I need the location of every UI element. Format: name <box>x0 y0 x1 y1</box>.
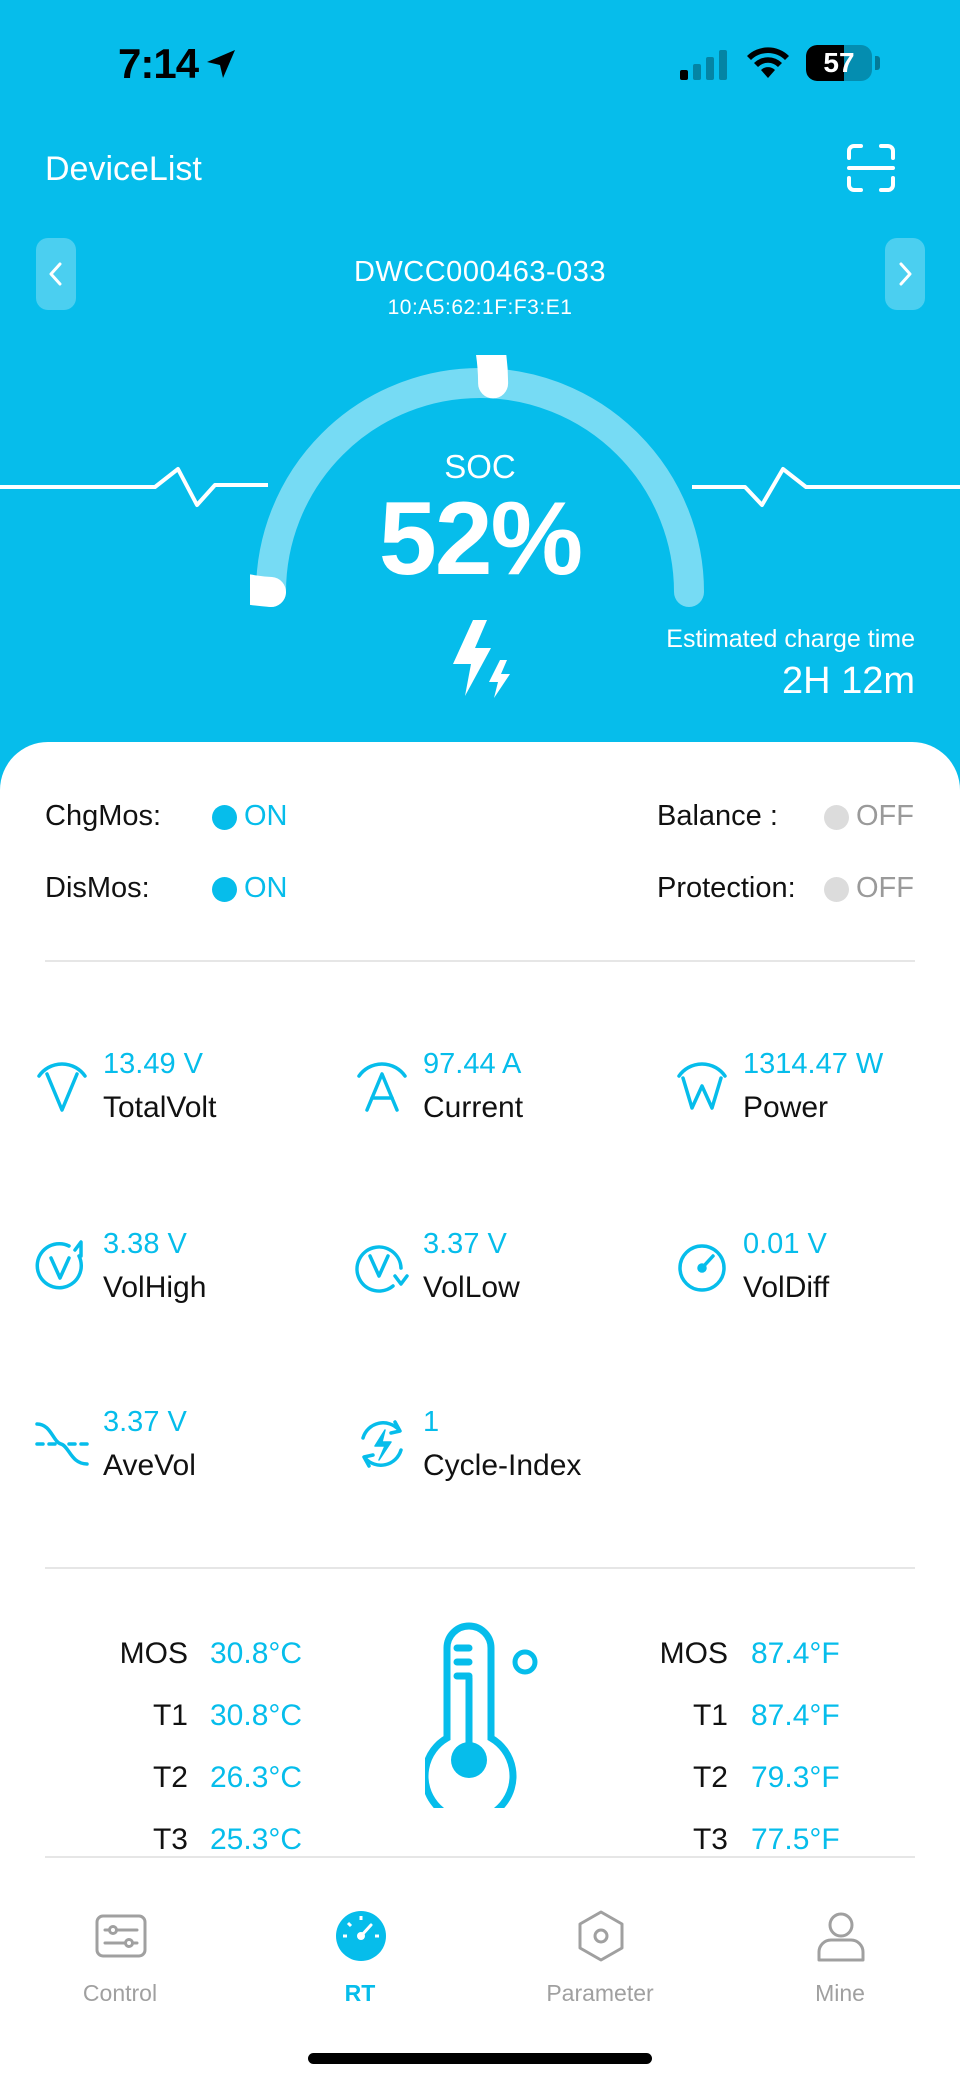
battery-body: 57 <box>806 45 872 81</box>
power-value: 1314.47 W <box>743 1048 884 1080</box>
status-time: 7:14 <box>118 40 199 87</box>
charging-bolt-icon <box>453 620 510 698</box>
vollow-label: VolLow <box>423 1271 520 1304</box>
metric-power: 1314.47 W Power <box>675 1048 960 1148</box>
protection-label: Protection: <box>657 872 796 904</box>
home-indicator <box>308 2053 652 2064</box>
tab-rt[interactable]: RT <box>280 1910 440 2010</box>
current-value: 97.44 A <box>423 1048 522 1080</box>
tab-label: RT <box>344 1980 376 2006</box>
protection-state: OFF <box>856 872 914 904</box>
hexagon-nut-icon <box>578 1910 624 1962</box>
average-wave-icon <box>35 1422 89 1466</box>
battery-cap <box>875 56 880 70</box>
battery-icon: 57 <box>806 45 880 81</box>
hero-panel: 7:14 57 DeviceList DWCC000463-033 10:A5:… <box>0 0 960 790</box>
current-icon <box>357 1062 407 1112</box>
status-bar: 7:14 57 <box>0 0 960 120</box>
temp-f-value: 87.4°F <box>751 1699 840 1732</box>
device-mac: 10:A5:62:1F:F3:E1 <box>387 296 573 319</box>
temp-c-name: T2 <box>152 1761 188 1794</box>
cycle-bolt-icon <box>361 1420 403 1468</box>
temp-f-value: 79.3°F <box>751 1761 840 1794</box>
metric-vollow: 3.37 V VolLow <box>355 1228 655 1328</box>
avevol-label: AveVol <box>103 1449 196 1482</box>
wifi-icon <box>747 47 789 78</box>
gauge-icon <box>336 1911 386 1961</box>
user-icon <box>817 1912 865 1962</box>
tab-control[interactable]: Control <box>40 1910 200 2010</box>
dismos-state[interactable]: ON <box>244 872 288 905</box>
temp-c-value: 26.3°C <box>210 1761 303 1794</box>
avevol-value: 3.37 V <box>103 1406 187 1438</box>
section-divider <box>45 1856 915 1858</box>
battery-percent: 57 <box>823 47 855 78</box>
metric-voldiff: 0.01 V VolDiff <box>675 1228 960 1328</box>
metric-avevol: 3.37 V AveVol <box>35 1406 335 1506</box>
temp-f-name: T2 <box>692 1761 728 1794</box>
temp-f-value: 87.4°F <box>751 1637 840 1670</box>
tab-label: Parameter <box>546 1980 654 2006</box>
location-arrow-icon <box>207 50 235 78</box>
temp-c-name: MOS <box>119 1637 188 1670</box>
balance-label: Balance : <box>657 800 778 832</box>
temp-f-name: T3 <box>692 1823 728 1856</box>
cycle-value: 1 <box>423 1406 440 1438</box>
tab-label: Control <box>82 1980 158 2006</box>
scan-icon[interactable] <box>846 143 896 193</box>
temp-c-value: 25.3°C <box>210 1823 303 1856</box>
balance-state: OFF <box>856 800 914 832</box>
protection-indicator <box>824 877 849 902</box>
temp-c-value: 30.8°C <box>210 1637 303 1670</box>
voltage-low-icon <box>355 1245 409 1293</box>
metric-current: 97.44 A Current <box>355 1048 655 1148</box>
temp-f-name: T1 <box>692 1699 728 1732</box>
chgmos-state[interactable]: ON <box>244 800 288 833</box>
tab-label: Mine <box>815 1980 865 2006</box>
temp-c-name: T1 <box>152 1699 188 1732</box>
tab-mine[interactable]: Mine <box>760 1910 920 2010</box>
dismos-indicator <box>212 877 237 902</box>
volhigh-label: VolHigh <box>103 1271 207 1304</box>
chgmos-indicator <box>212 805 237 830</box>
vollow-value: 3.37 V <box>423 1228 507 1260</box>
metric-cycle: 1 Cycle-Index <box>355 1406 655 1506</box>
dismos-label: DisMos: <box>45 872 150 904</box>
voldiff-label: VolDiff <box>743 1271 830 1304</box>
metric-volhigh: 3.38 V VolHigh <box>35 1228 335 1328</box>
section-divider <box>45 1567 915 1569</box>
voldiff-value: 0.01 V <box>743 1228 827 1260</box>
power-icon <box>677 1062 727 1110</box>
power-label: Power <box>743 1091 829 1124</box>
cellular-signal-icon <box>680 50 727 80</box>
estimated-time-label: Estimated charge time <box>666 625 915 653</box>
current-label: Current <box>423 1091 524 1124</box>
tab-parameter[interactable]: Parameter <box>520 1910 680 2010</box>
temp-f-name: MOS <box>659 1637 728 1670</box>
balance-indicator <box>824 805 849 830</box>
voltage-icon <box>37 1062 87 1112</box>
cycle-label: Cycle-Index <box>423 1449 582 1482</box>
estimated-time-value: 2H 12m <box>781 660 915 702</box>
section-divider <box>45 960 915 962</box>
device-list-link[interactable]: DeviceList <box>45 150 202 189</box>
metric-totalvolt: 13.49 V TotalVolt <box>35 1048 335 1148</box>
thermometer-icon <box>425 1622 538 1808</box>
temp-c-value: 30.8°C <box>210 1699 303 1732</box>
chgmos-label: ChgMos: <box>45 800 162 832</box>
temp-c-name: T3 <box>152 1823 188 1856</box>
totalvolt-label: TotalVolt <box>103 1091 217 1124</box>
soc-value: 52% <box>378 481 583 597</box>
device-name: DWCC000463-033 <box>353 256 606 288</box>
voltage-high-icon <box>35 1240 83 1290</box>
volhigh-value: 3.38 V <box>103 1228 187 1260</box>
totalvolt-value: 13.49 V <box>103 1048 203 1080</box>
sliders-icon <box>95 1914 147 1958</box>
temp-f-value: 77.5°F <box>751 1823 840 1856</box>
speedometer-icon <box>678 1244 726 1292</box>
